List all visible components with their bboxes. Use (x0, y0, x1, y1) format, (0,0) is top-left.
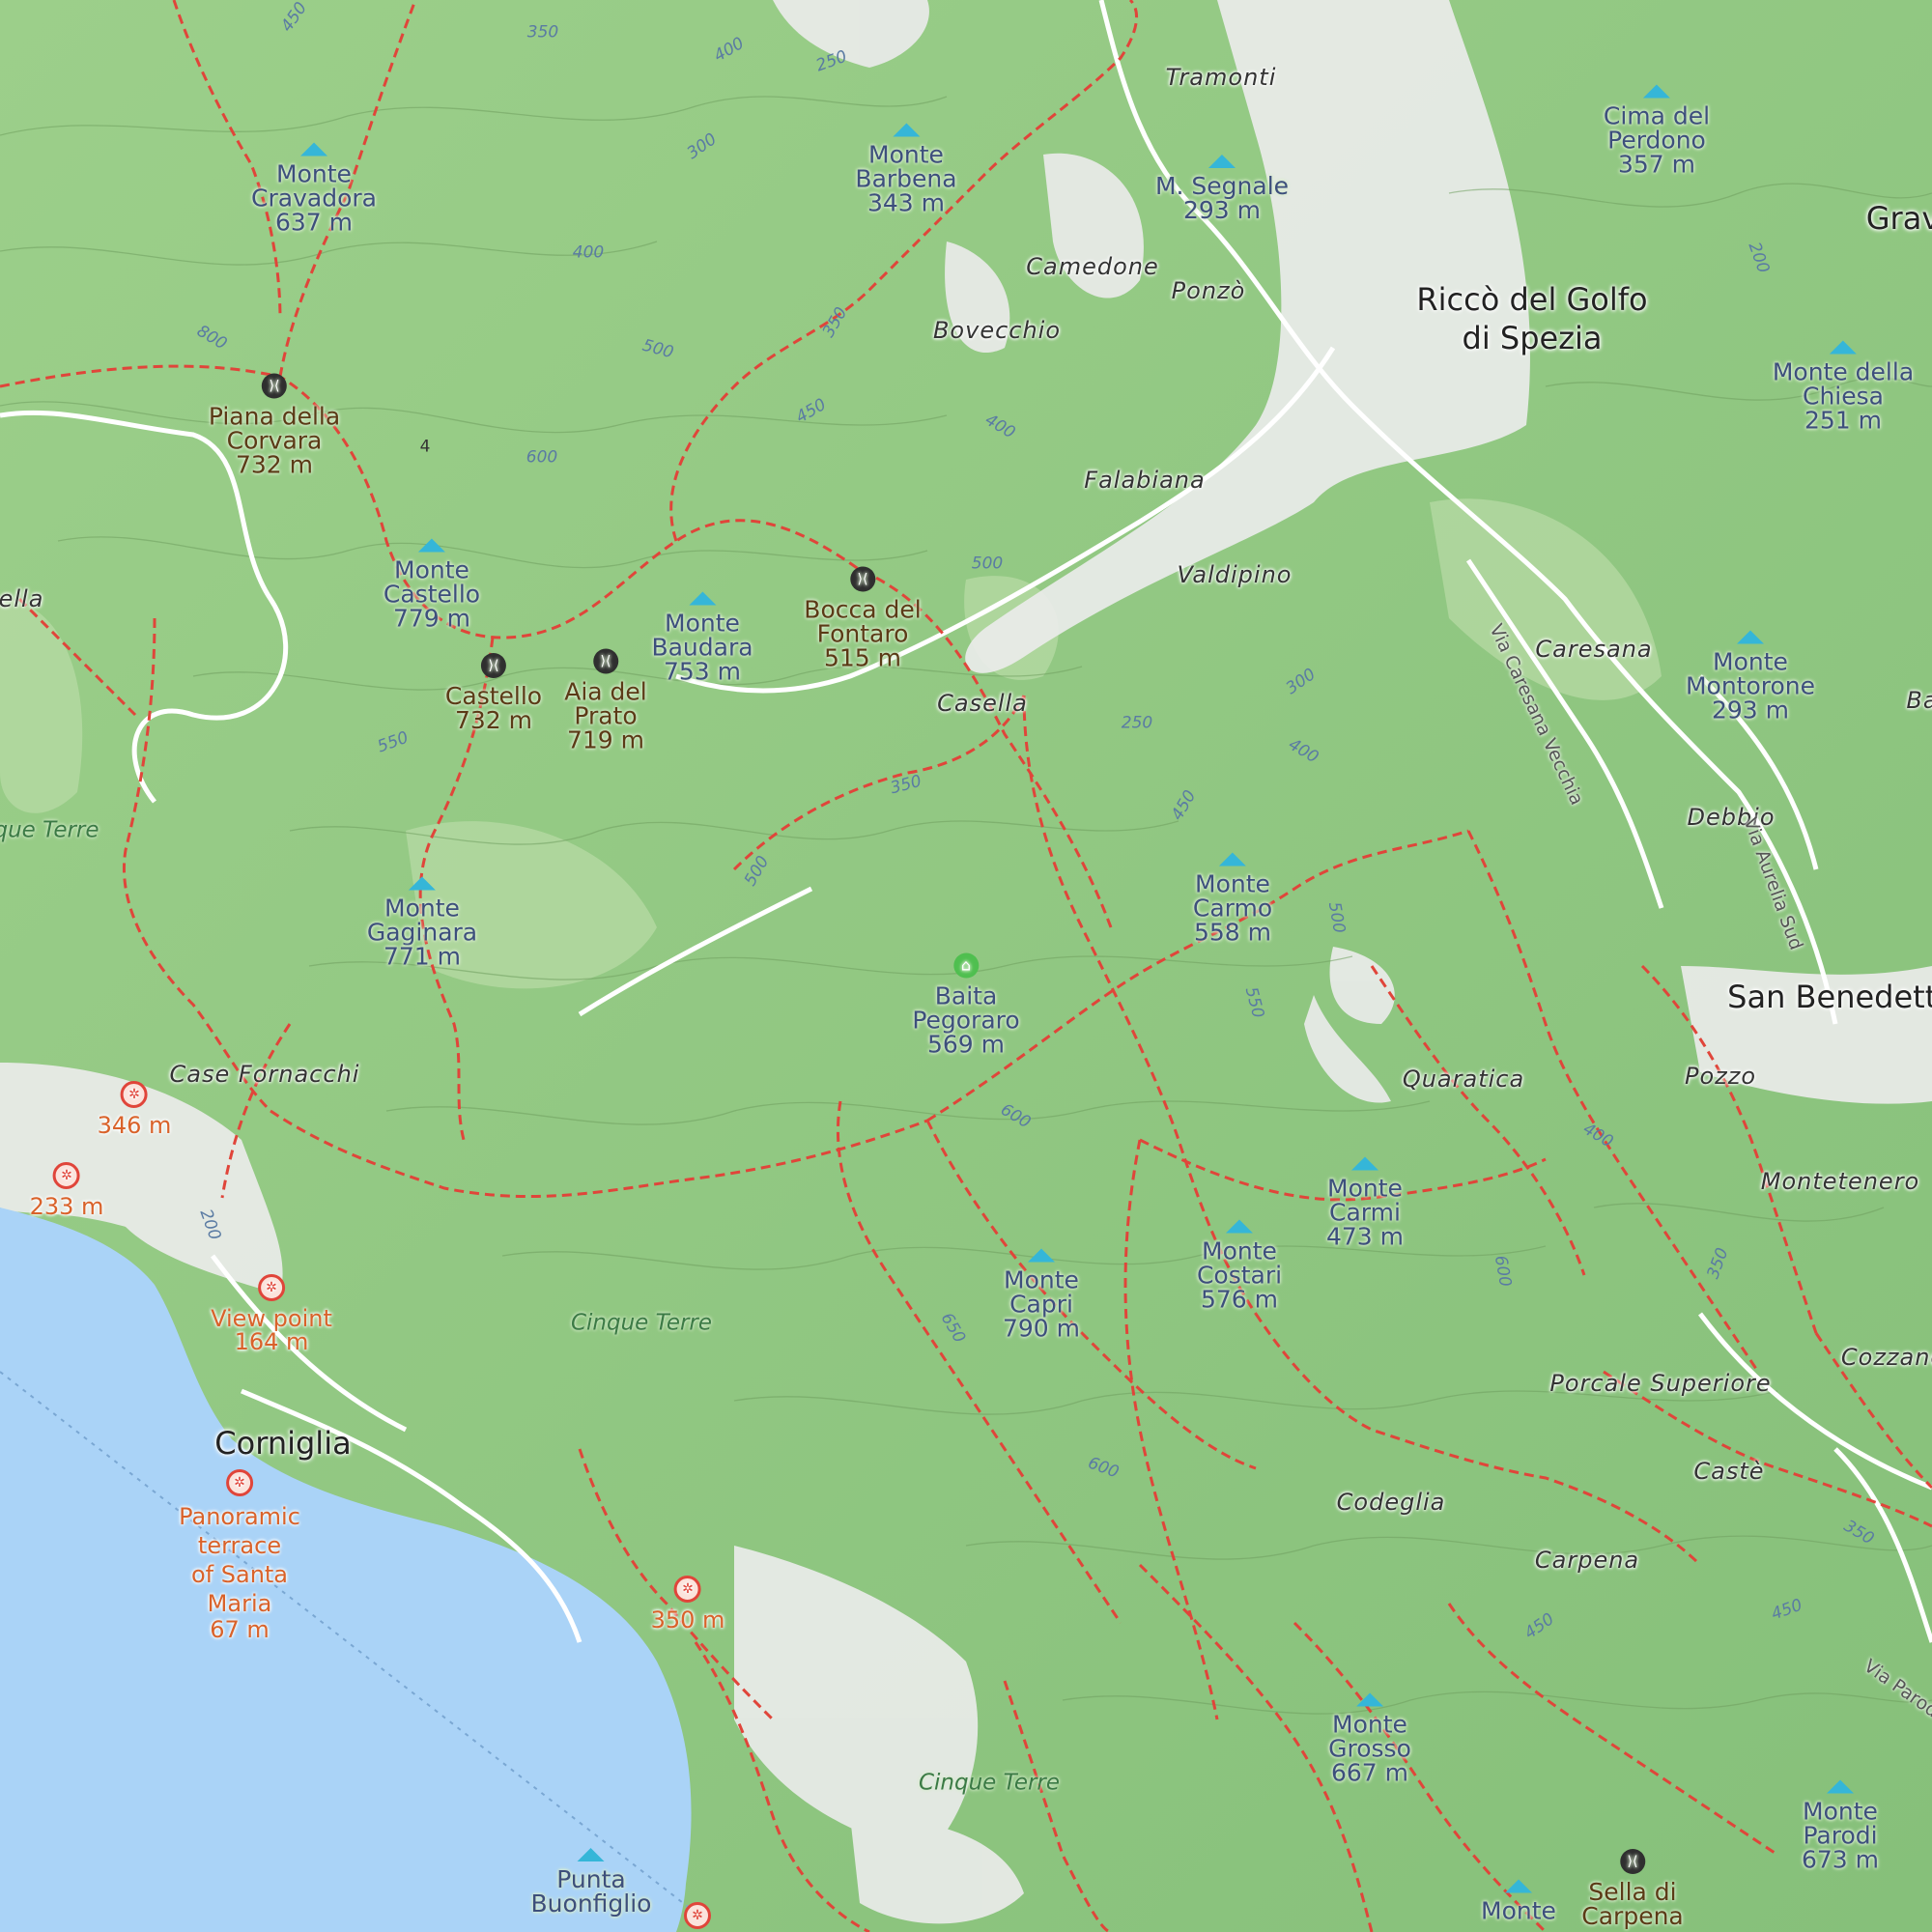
topo-map-canvas[interactable] (0, 0, 1932, 1932)
